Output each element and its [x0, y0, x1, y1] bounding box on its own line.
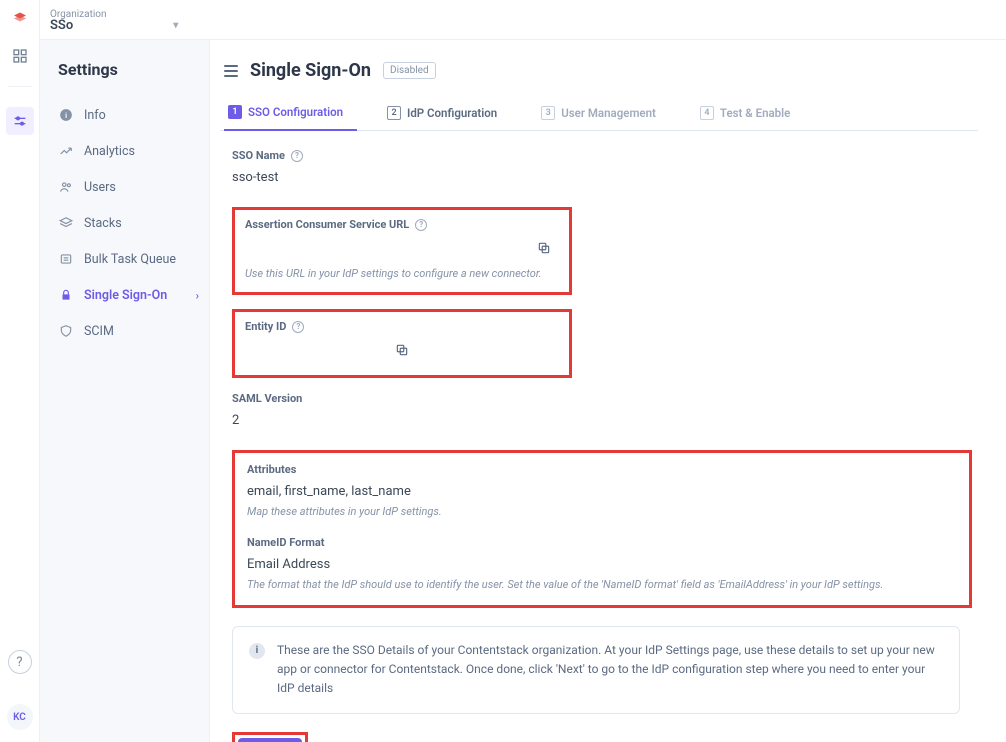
step-number: 4	[700, 106, 714, 120]
tab-label: Test & Enable	[720, 106, 790, 120]
lock-icon	[58, 287, 74, 303]
highlight-box-entity-id: Entity ID ?	[232, 309, 572, 378]
sidebar-item-scim[interactable]: SCIM	[58, 313, 209, 349]
left-rail: ? KC	[0, 0, 40, 742]
field-label: SSO Name	[232, 149, 285, 162]
app-logo-icon[interactable]	[11, 8, 29, 26]
org-name: SSo	[50, 18, 73, 33]
highlight-box-attributes: Attributes email, first_name, last_name …	[232, 450, 972, 608]
step-number: 1	[228, 105, 242, 119]
field-label: Entity ID	[245, 320, 286, 333]
svg-text:i: i	[65, 112, 67, 120]
sidebar-item-stacks[interactable]: Stacks	[58, 205, 209, 241]
sidebar-item-info[interactable]: i Info	[58, 97, 209, 133]
sidebar-item-label: Stacks	[84, 216, 122, 231]
tab-label: User Management	[561, 106, 656, 120]
highlight-box-acs: Assertion Consumer Service URL ? Use thi…	[232, 207, 572, 295]
field-saml-version: SAML Version 2	[232, 392, 960, 428]
settings-sidebar: Settings i Info Analytics Users Stacks	[40, 40, 210, 742]
info-icon: i	[58, 107, 74, 123]
callout-text: These are the SSO Details of your Conten…	[277, 641, 943, 699]
info-icon: i	[249, 643, 265, 659]
tab-sso-configuration[interactable]: 1 SSO Configuration	[224, 105, 357, 131]
sidebar-title: Settings	[58, 60, 209, 79]
field-label: Attributes	[247, 463, 296, 476]
field-sso-name: SSO Name ? sso-test	[232, 149, 960, 185]
sidebar-item-label: Single Sign-On	[84, 288, 167, 303]
topbar: Organization SSo ▾	[40, 0, 1006, 40]
copy-icon[interactable]	[537, 241, 551, 259]
step-number: 2	[387, 106, 401, 120]
field-hint: Use this URL in your IdP settings to con…	[245, 267, 559, 280]
tab-label: SSO Configuration	[248, 105, 343, 119]
sidebar-item-label: SCIM	[84, 324, 114, 339]
sidebar-item-label: Bulk Task Queue	[84, 252, 176, 267]
help-icon[interactable]: ?	[415, 219, 427, 231]
help-icon[interactable]: ?	[8, 650, 32, 674]
info-callout: i These are the SSO Details of your Cont…	[232, 626, 960, 714]
sidebar-item-label: Analytics	[84, 144, 135, 159]
tab-label: IdP Configuration	[407, 106, 497, 120]
sidebar-item-bulk-task-queue[interactable]: Bulk Task Queue	[58, 241, 209, 277]
status-badge: Disabled	[383, 62, 436, 79]
field-hint: Map these attributes in your IdP setting…	[247, 505, 957, 518]
analytics-icon	[58, 143, 74, 159]
copy-icon[interactable]	[395, 343, 409, 361]
menu-icon[interactable]	[224, 65, 238, 77]
sidebar-item-analytics[interactable]: Analytics	[58, 133, 209, 169]
field-label: NameID Format	[247, 536, 325, 549]
field-value: 2	[232, 413, 960, 428]
field-label: SAML Version	[232, 392, 302, 405]
chevron-right-icon: ›	[196, 289, 199, 302]
sidebar-item-label: Info	[84, 108, 106, 123]
page-title: Single Sign-On	[250, 60, 371, 81]
field-value: sso-test	[232, 170, 960, 185]
dashboard-icon[interactable]	[10, 46, 30, 66]
chevron-down-icon: ▾	[173, 20, 178, 31]
help-icon[interactable]: ?	[291, 150, 303, 162]
field-value: email, first_name, last_name	[247, 484, 957, 499]
tab-idp-configuration[interactable]: 2 IdP Configuration	[383, 105, 511, 130]
queue-icon	[58, 251, 74, 267]
help-icon[interactable]: ?	[292, 321, 304, 333]
sidebar-item-label: Users	[84, 180, 116, 195]
sidebar-item-single-sign-on[interactable]: Single Sign-On ›	[58, 277, 209, 313]
tab-test-enable[interactable]: 4 Test & Enable	[696, 105, 804, 130]
sidebar-item-users[interactable]: Users	[58, 169, 209, 205]
field-value: Email Address	[247, 557, 957, 572]
settings-rail-icon[interactable]	[6, 107, 34, 135]
org-select[interactable]: Organization SSo ▾	[50, 9, 178, 39]
users-icon	[58, 179, 74, 195]
user-avatar[interactable]: KC	[7, 704, 33, 730]
step-number: 3	[541, 106, 555, 120]
field-hint: The format that the IdP should use to id…	[247, 578, 957, 591]
shield-icon	[58, 323, 74, 339]
tab-user-management[interactable]: 3 User Management	[537, 105, 670, 130]
next-button[interactable]: Next ›	[238, 738, 302, 742]
stacks-icon	[58, 215, 74, 231]
highlight-box-next: Next ›	[232, 732, 308, 742]
field-label: Assertion Consumer Service URL	[245, 218, 409, 231]
config-tabs: 1 SSO Configuration 2 IdP Configuration …	[220, 105, 978, 131]
content-area: Single Sign-On Disabled 1 SSO Configurat…	[210, 40, 1006, 742]
